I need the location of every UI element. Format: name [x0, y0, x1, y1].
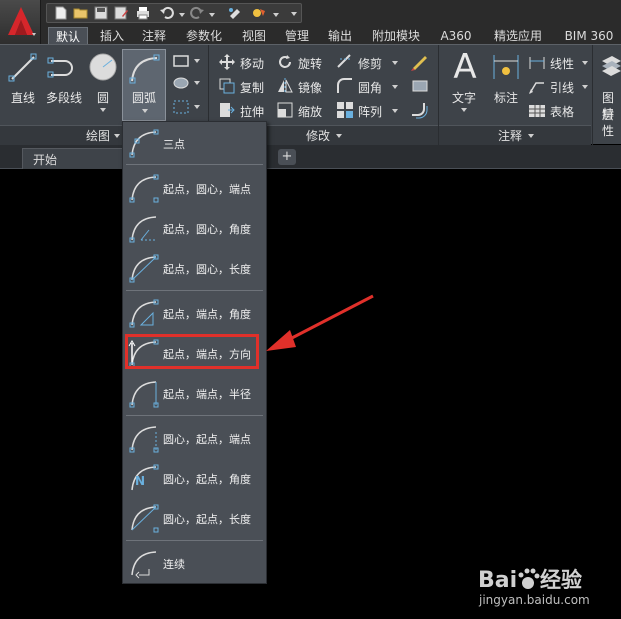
- watermark-brand-right: 经验: [540, 568, 582, 592]
- watermark-brand-left: Bai: [478, 568, 517, 593]
- baidu-paw-icon: [518, 568, 540, 589]
- annotation-arrow: [266, 294, 374, 351]
- baidu-jingyan-watermark: Bai 经验: [478, 568, 582, 593]
- watermark-url: jingyan.baidu.com: [479, 593, 590, 607]
